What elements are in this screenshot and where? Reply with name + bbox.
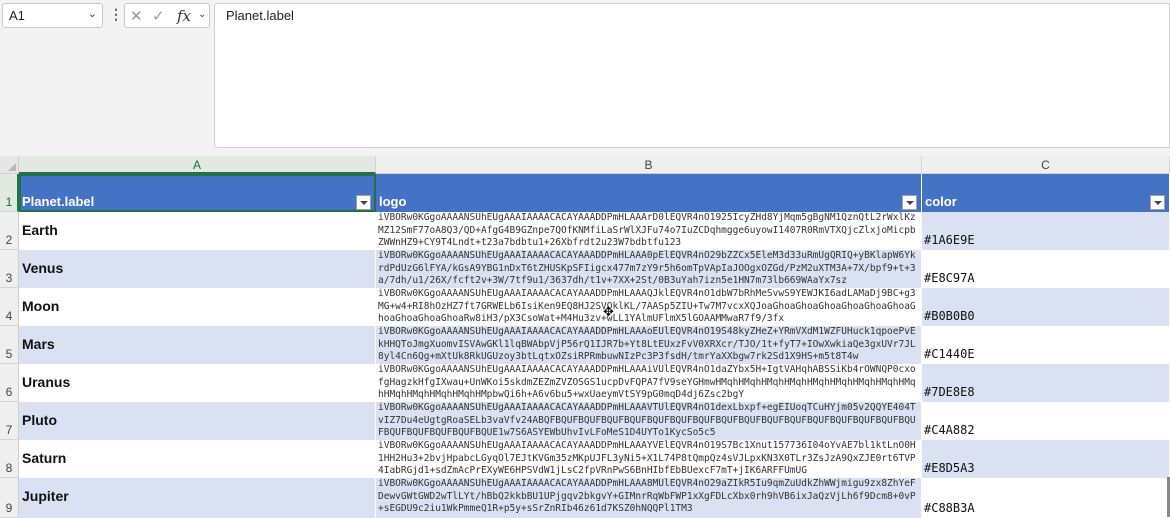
cell-text: #C1440E — [924, 347, 975, 361]
table-cell-label[interactable]: Pluto — [19, 402, 376, 440]
cell-text: #E8D5A3 — [924, 461, 975, 475]
table-cell-logo[interactable]: iVBORw0KGgoAAAANSUhEUgAAAIAAAACACAYAAADD… — [376, 288, 922, 326]
formula-value: Planet.label — [226, 8, 294, 23]
cell-text: #E8C97A — [924, 271, 975, 285]
header-label: logo — [379, 194, 407, 209]
column-header-b[interactable]: B — [376, 156, 922, 174]
row-header-6[interactable]: 6 — [0, 364, 19, 402]
cell-text: iVBORw0KGgoAAAANSUhEUgAAAIAAAACACAYAAADD… — [378, 326, 916, 362]
row-header-8[interactable]: 8 — [0, 440, 19, 478]
cell-text: iVBORw0KGgoAAAANSUhEUgAAAIAAAACACAYAAADD… — [378, 440, 916, 476]
table-cell-logo[interactable]: iVBORw0KGgoAAAANSUhEUgAAAIAAAACACAYAAADD… — [376, 402, 922, 440]
cell-text: Earth — [22, 222, 58, 238]
table-cell-label[interactable]: Venus — [19, 250, 376, 288]
check-icon[interactable]: ✓ — [152, 7, 165, 25]
row-number: 1 — [5, 195, 13, 209]
cell-text: iVBORw0KGgoAAAANSUhEUgAAAIAAAACACAYAAADD… — [378, 212, 916, 248]
move-cursor-icon: ✥ — [603, 304, 614, 319]
table-cell-label[interactable]: Jupiter — [19, 478, 376, 518]
table-cell-label[interactable]: Moon — [19, 288, 376, 326]
formula-input[interactable]: Planet.label — [214, 3, 1170, 148]
row-number: 8 — [5, 461, 13, 475]
cell-text: #1A6E9E — [924, 233, 975, 247]
cell-text: #7DE8E8 — [924, 385, 975, 399]
name-box-value: A1 — [9, 8, 25, 23]
x-icon[interactable]: ✕ — [130, 7, 143, 25]
row-header-1[interactable]: 1 — [0, 174, 19, 212]
row-header-2[interactable]: 2 — [0, 212, 19, 250]
cell-text: iVBORw0KGgoAAAANSUhEUgAAAIAAAACACAYAAADD… — [378, 478, 916, 514]
table-cell-logo[interactable]: iVBORw0KGgoAAAANSUhEUgAAAIAAAACACAYAAADD… — [376, 440, 922, 478]
table-cell-color[interactable]: #E8D5A3 — [922, 440, 1170, 478]
cell-text: Pluto — [22, 412, 57, 428]
cell-text: #C4A882 — [924, 423, 975, 437]
filter-dropdown-icon[interactable] — [902, 195, 917, 210]
row-header-9[interactable]: 9 — [0, 478, 19, 518]
cell-text: iVBORw0KGgoAAAANSUhEUgAAAIAAAACACAYAAADD… — [378, 402, 916, 438]
row-number: 4 — [5, 309, 13, 323]
column-letter: B — [644, 158, 653, 172]
row-number: 2 — [5, 233, 13, 247]
table-cell-logo[interactable]: iVBORw0KGgoAAAANSUhEUgAAAIAAAACACAYAAADD… — [376, 326, 922, 364]
table-cell-color[interactable]: #E8C97A — [922, 250, 1170, 288]
table-cell-color[interactable]: #1A6E9E — [922, 212, 1170, 250]
row-number: 9 — [5, 501, 13, 515]
column-letter: C — [1041, 158, 1050, 172]
more-options-icon[interactable]: ⋮ — [109, 6, 123, 23]
cell-text: Uranus — [22, 374, 71, 390]
row-header-3[interactable]: 3 — [0, 250, 19, 288]
row-header-7[interactable]: 7 — [0, 402, 19, 440]
table-cell-color[interactable]: #7DE8E8 — [922, 364, 1170, 402]
table-cell-color[interactable]: #C4A882 — [922, 402, 1170, 440]
row-number: 6 — [5, 385, 13, 399]
cell-text: Moon — [22, 298, 60, 314]
cell-text: iVBORw0KGgoAAAANSUhEUgAAAIAAAACACAYAAADD… — [378, 288, 916, 324]
cell-text: Mars — [22, 336, 55, 352]
filter-dropdown-icon[interactable] — [356, 195, 371, 210]
header-label: Planet.label — [22, 194, 95, 209]
table-cell-label[interactable]: Saturn — [19, 440, 376, 478]
row-header-5[interactable]: 5 — [0, 326, 19, 364]
cell-text: Venus — [22, 260, 64, 276]
chevron-down-icon[interactable]: ⌄ — [88, 7, 97, 20]
table-cell-logo[interactable]: iVBORw0KGgoAAAANSUhEUgAAAIAAAACACAYAAADD… — [376, 364, 922, 402]
row-number: 7 — [5, 423, 13, 437]
chevron-down-icon[interactable]: ⌄ — [198, 9, 206, 20]
table-cell-color[interactable]: #C88B3A — [922, 478, 1170, 518]
filter-dropdown-icon[interactable] — [1150, 195, 1165, 210]
table-cell-logo[interactable]: iVBORw0KGgoAAAANSUhEUgAAAIAAAACACAYAAADD… — [376, 250, 922, 288]
column-letter: A — [192, 158, 201, 172]
cell-text: #B0B0B0 — [924, 309, 975, 323]
column-header-c[interactable]: C — [922, 156, 1170, 174]
name-box[interactable]: A1 ⌄ — [2, 3, 103, 28]
cell-text: iVBORw0KGgoAAAANSUhEUgAAAIAAAACACAYAAADD… — [378, 364, 916, 400]
fx-icon[interactable]: fx — [177, 7, 191, 25]
column-header-a[interactable]: A — [19, 156, 376, 174]
table-header-cell[interactable]: logo — [376, 174, 922, 212]
table-cell-color[interactable]: #C1440E — [922, 326, 1170, 364]
cell-text: iVBORw0KGgoAAAANSUhEUgAAAIAAAACACAYAAADD… — [378, 250, 916, 286]
select-all-button[interactable] — [0, 156, 19, 174]
row-header-4[interactable]: 4 — [0, 288, 19, 326]
table-header-cell[interactable]: Planet.label — [19, 174, 376, 212]
table-cell-label[interactable]: Earth — [19, 212, 376, 250]
table-cell-logo[interactable]: iVBORw0KGgoAAAANSUhEUgAAAIAAAACACAYAAADD… — [376, 478, 922, 518]
row-number: 5 — [5, 347, 13, 361]
cell-text: Jupiter — [22, 488, 69, 504]
table-header-cell[interactable]: color — [922, 174, 1170, 212]
table-cell-color[interactable]: #B0B0B0 — [922, 288, 1170, 326]
table-cell-logo[interactable]: iVBORw0KGgoAAAANSUhEUgAAAIAAAACACAYAAADD… — [376, 212, 922, 250]
formula-bar-area: A1 ⌄ ⋮ ✕ ✓ fx ⌄ Planet.label — [0, 0, 1170, 150]
header-label: color — [925, 194, 957, 209]
table-cell-label[interactable]: Uranus — [19, 364, 376, 402]
formula-buttons: ✕ ✓ fx ⌄ — [124, 3, 210, 28]
cell-text: Saturn — [22, 450, 67, 466]
table-cell-label[interactable]: Mars — [19, 326, 376, 364]
cell-text: #C88B3A — [924, 501, 975, 515]
spreadsheet-grid: A B C 1 Planet.label logo color 2 Earth … — [0, 156, 1170, 518]
row-number: 3 — [5, 271, 13, 285]
